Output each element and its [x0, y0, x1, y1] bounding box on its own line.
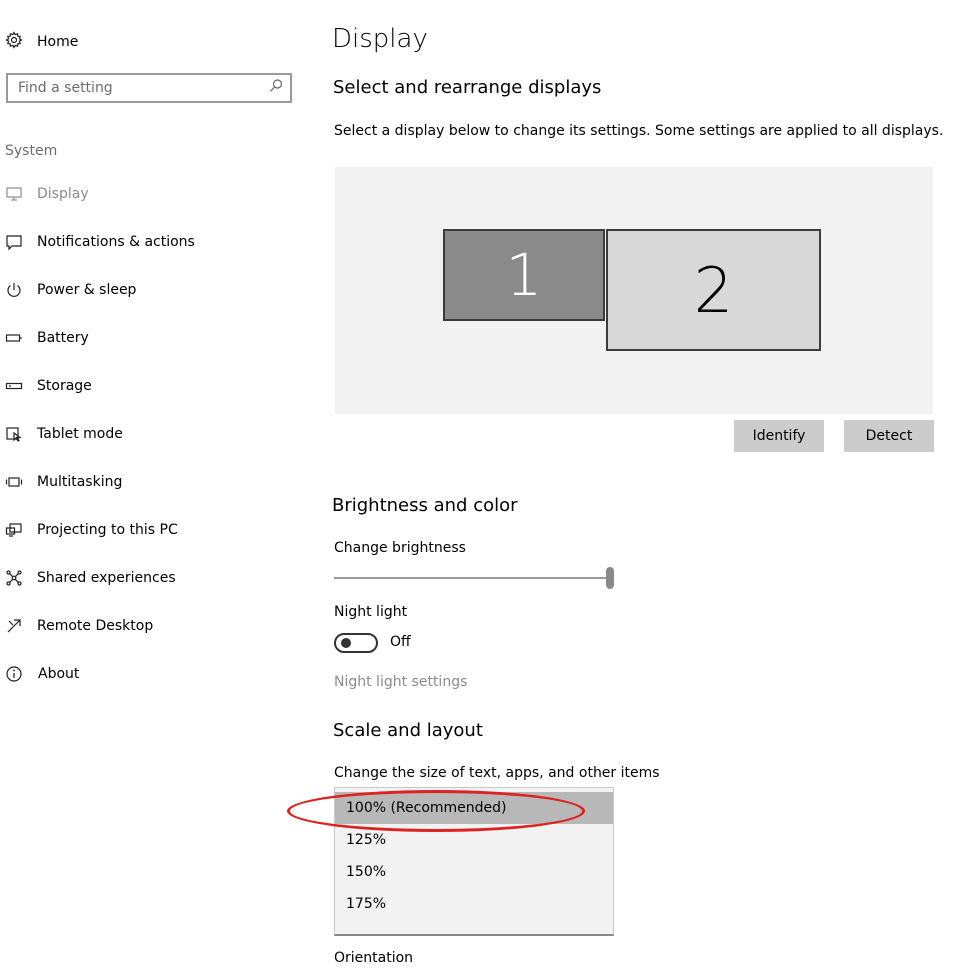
shared-experiences-icon — [0, 568, 28, 588]
sidebar-item-notifications[interactable]: Notifications & actions — [0, 228, 300, 256]
section-heading-brightness: Brightness and color — [332, 495, 518, 516]
search-input[interactable]: Find a setting — [6, 73, 292, 103]
info-icon — [0, 664, 28, 684]
search-icon[interactable] — [268, 78, 284, 94]
nav-home[interactable]: Home — [0, 28, 78, 56]
night-light-label: Night light — [334, 604, 408, 620]
remote-desktop-icon — [0, 616, 28, 636]
sidebar-item-label: Notifications & actions — [37, 234, 195, 250]
sidebar-item-label: Tablet mode — [37, 426, 123, 442]
monitor-2-label: 2 — [693, 253, 734, 327]
sidebar-item-label: Storage — [37, 378, 92, 394]
monitor-2[interactable]: 2 — [606, 229, 821, 351]
toggle-knob — [341, 638, 351, 648]
section-heading-arrange: Select and rearrange displays — [333, 77, 602, 98]
sidebar-item-label: Multitasking — [37, 474, 123, 490]
night-light-state: Off — [390, 634, 411, 650]
battery-icon — [0, 328, 28, 348]
brightness-slider-thumb[interactable] — [606, 567, 614, 589]
sidebar-item-storage[interactable]: Storage — [0, 372, 300, 400]
monitor-icon — [0, 184, 28, 204]
sidebar-item-battery[interactable]: Battery — [0, 324, 300, 352]
sidebar-item-label: Power & sleep — [37, 282, 137, 298]
night-light-settings-link[interactable]: Night light settings — [334, 674, 467, 690]
scale-dropdown-list[interactable]: 100% (Recommended) 125% 150% 175% — [334, 787, 614, 936]
sidebar-item-display[interactable]: Display — [0, 180, 300, 208]
identify-button[interactable]: Identify — [734, 420, 824, 452]
orientation-label: Orientation — [334, 950, 414, 966]
brightness-label: Change brightness — [334, 540, 466, 556]
search-placeholder: Find a setting — [18, 80, 113, 96]
sidebar-item-label: Battery — [37, 330, 89, 346]
sidebar-item-label: Remote Desktop — [37, 618, 154, 634]
gear-icon — [0, 31, 28, 53]
scale-option-100[interactable]: 100% (Recommended) — [335, 792, 613, 824]
section-label-system: System — [5, 143, 58, 159]
sidebar-item-multitasking[interactable]: Multitasking — [0, 468, 300, 496]
sidebar-item-remote-desktop[interactable]: Remote Desktop — [0, 612, 300, 640]
scale-size-label: Change the size of text, apps, and other… — [334, 765, 660, 781]
notification-icon — [0, 232, 28, 252]
brightness-slider-track[interactable] — [334, 577, 610, 579]
scale-option-125[interactable]: 125% — [335, 824, 613, 856]
storage-icon — [0, 376, 28, 396]
section-heading-scale: Scale and layout — [333, 720, 483, 741]
projecting-icon — [0, 520, 28, 540]
sidebar-item-label: Projecting to this PC — [37, 522, 178, 538]
detect-button[interactable]: Detect — [844, 420, 934, 452]
display-arrangement-area[interactable]: 1 2 — [335, 167, 933, 414]
sidebar-item-label: About — [38, 666, 80, 682]
night-light-toggle[interactable] — [334, 633, 378, 653]
multitasking-icon — [0, 472, 28, 492]
monitor-1[interactable]: 1 — [443, 229, 605, 321]
sidebar-item-about[interactable]: About — [0, 660, 300, 688]
nav-home-label: Home — [37, 34, 79, 50]
sidebar-item-label: Shared experiences — [37, 570, 176, 586]
sidebar-item-power-sleep[interactable]: Power & sleep — [0, 276, 300, 304]
sidebar-item-label: Display — [37, 186, 89, 202]
sidebar-item-tablet-mode[interactable]: Tablet mode — [0, 420, 300, 448]
page-title: Display — [332, 24, 428, 54]
sidebar-item-projecting[interactable]: Projecting to this PC — [0, 516, 300, 544]
scale-option-150[interactable]: 150% — [335, 856, 613, 888]
sidebar-item-shared-experiences[interactable]: Shared experiences — [0, 564, 300, 592]
scale-option-175[interactable]: 175% — [335, 888, 613, 920]
tablet-mode-icon — [0, 424, 28, 444]
power-icon — [0, 280, 28, 300]
arrange-description: Select a display below to change its set… — [334, 123, 944, 139]
monitor-1-label: 1 — [505, 241, 543, 309]
